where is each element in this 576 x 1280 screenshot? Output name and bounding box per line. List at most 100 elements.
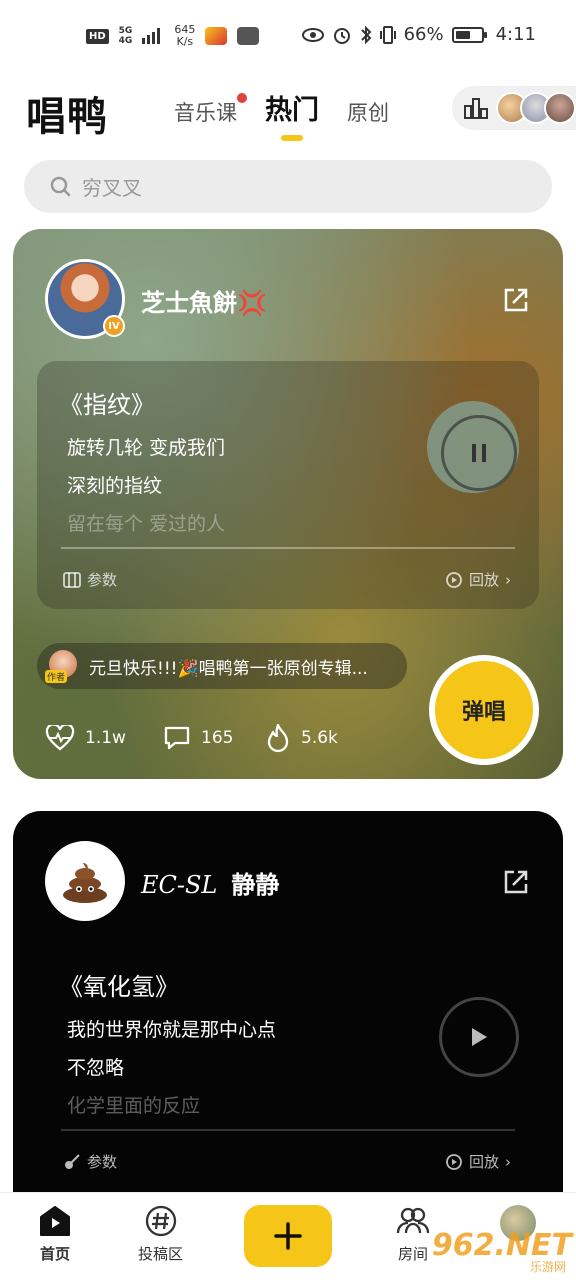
replay-label: 回放 — [469, 571, 500, 589]
tab-music-class-label: 音乐课 — [174, 101, 237, 125]
params-label-2: 参数 — [87, 1153, 118, 1171]
watermark-sub: 乐游网 — [529, 1260, 566, 1274]
nav-room-label: 房间 — [397, 1245, 428, 1263]
flame-icon — [267, 723, 289, 753]
app-screen: HD 5G 4G 645 K/s 66% 4:11 唱鸭 音乐课 热门 原创 穷… — [0, 0, 576, 1280]
network-speed: 645 K/s — [174, 24, 195, 48]
level-badge: IV — [103, 315, 125, 337]
params-label: 参数 — [87, 571, 118, 589]
create-button[interactable] — [244, 1205, 332, 1267]
notification-dot — [237, 93, 247, 103]
replay-button[interactable]: 回放 › — [445, 569, 511, 590]
hot-stat[interactable]: 5.6k — [265, 723, 338, 753]
piano-icon — [63, 571, 81, 588]
app-logo: 唱鸭 — [26, 94, 108, 140]
guitar-icon — [65, 1153, 80, 1169]
like-count: 1.1w — [85, 728, 126, 748]
hot-count: 5.6k — [301, 728, 338, 748]
author-tag: 作者 — [45, 670, 68, 683]
nav-home[interactable]: 首页 — [38, 1205, 72, 1264]
status-right: 66% 4:11 — [301, 24, 536, 45]
playback-progress[interactable] — [61, 547, 515, 549]
lyric-2-line-3: 化学里面的反应 — [67, 1095, 201, 1117]
pause-icon — [472, 444, 486, 462]
tab-original[interactable]: 原创 — [347, 97, 389, 127]
poop-emoji-icon — [63, 863, 107, 903]
tab-hot-label: 热门 — [265, 95, 319, 126]
notification-app-icon — [205, 27, 228, 45]
comment-stat[interactable]: 165 — [163, 725, 233, 751]
like-stat[interactable]: 1.1w — [45, 725, 126, 751]
tab-hot[interactable]: 热门 — [265, 88, 319, 141]
playback-progress-2[interactable] — [61, 1129, 515, 1131]
search-placeholder: 穷叉叉 — [82, 176, 142, 200]
notification-app-icon-2 — [237, 27, 260, 45]
replay-button-2[interactable]: 回放 › — [445, 1151, 511, 1172]
tab-music-class[interactable]: 音乐课 — [174, 93, 247, 127]
nav-home-label: 首页 — [39, 1245, 70, 1263]
lyric-line-2: 深刻的指纹 — [67, 475, 163, 497]
signal-top-label: 5G — [118, 26, 133, 36]
comment-icon — [164, 726, 190, 750]
user-avatar-2[interactable] — [45, 841, 125, 921]
eye-icon — [301, 27, 324, 42]
song-card-2[interactable]: EC-SL 静静 《氧化氢》 我的世界你就是那中心点 不忽略 化学里面的反应 参… — [13, 811, 563, 1231]
play-button[interactable] — [439, 997, 519, 1077]
lyric-2-line-2: 不忽略 — [67, 1057, 125, 1079]
song-title-2: 《氧化氢》 — [59, 973, 179, 1001]
top-comment[interactable]: 作者 元旦快乐!!!🎉唱鸭第一张原创专辑... — [37, 643, 407, 689]
play-icon — [472, 1028, 487, 1046]
clock: 4:11 — [495, 24, 536, 45]
ranking-avatar-3 — [544, 92, 576, 124]
status-left: HD 5G 4G 645 K/s — [86, 24, 260, 48]
comment-count: 165 — [201, 728, 234, 748]
user-name-2[interactable]: EC-SL 静静 — [141, 865, 279, 900]
comment-text: 元旦快乐!!!🎉唱鸭第一张原创专辑... — [89, 658, 368, 679]
song-title: 《指纹》 — [59, 391, 155, 419]
search-icon — [50, 176, 71, 196]
nav-submission[interactable]: 投稿区 — [138, 1205, 183, 1264]
nav-submission-label: 投稿区 — [138, 1245, 184, 1263]
lyric-line-3: 留在每个 爱过的人 — [67, 513, 226, 535]
comment-avatar-wrap: 作者 — [45, 650, 79, 683]
chevron-right-icon: › — [505, 570, 512, 589]
hashtag-icon — [145, 1205, 176, 1237]
top-tabs: 音乐课 热门 原创 — [174, 88, 389, 141]
ranking-chart-icon — [464, 98, 488, 119]
tab-original-label: 原创 — [347, 101, 389, 125]
sing-button[interactable]: 弹唱 — [429, 655, 539, 765]
speed-unit: K/s — [176, 35, 194, 48]
pause-button[interactable] — [441, 415, 517, 491]
home-icon — [40, 1206, 70, 1236]
lyric-line-1: 旋转几轮 变成我们 — [67, 437, 226, 459]
active-tab-indicator — [281, 135, 303, 141]
lyric-2-line-1: 我的世界你就是那中心点 — [67, 1019, 277, 1041]
search-bar[interactable]: 穷叉叉 — [24, 160, 552, 213]
ranking-button[interactable] — [452, 86, 576, 130]
replay-icon — [446, 571, 462, 588]
user-name-2-cn: 静静 — [231, 871, 280, 899]
heart-pulse-icon — [45, 725, 75, 751]
replay-label-2: 回放 — [469, 1153, 500, 1171]
signal-bars-icon — [142, 28, 161, 44]
nav-room[interactable]: 房间 — [396, 1205, 430, 1264]
user-name[interactable]: 芝士魚餅💢 — [141, 283, 267, 318]
status-bar: HD 5G 4G 645 K/s 66% 4:11 — [0, 0, 576, 70]
user-name-2-en: EC-SL — [141, 871, 218, 899]
chevron-right-icon-2: › — [505, 1152, 512, 1171]
people-icon — [396, 1207, 430, 1234]
share-icon[interactable] — [501, 285, 531, 315]
bluetooth-icon — [360, 25, 371, 44]
hd-badge: HD — [86, 28, 109, 44]
plus-icon — [274, 1222, 302, 1250]
signal-bottom-label: 4G — [118, 36, 133, 46]
lyrics-panel: 《指纹》 旋转几轮 变成我们 深刻的指纹 留在每个 爱过的人 参数 回放 › — [37, 361, 539, 609]
params-button[interactable]: 参数 — [63, 569, 117, 590]
battery-fill — [455, 30, 471, 39]
params-button-2[interactable]: 参数 — [63, 1151, 117, 1172]
signal-indicator: 5G 4G — [119, 26, 133, 46]
alarm-icon — [333, 27, 350, 44]
share-icon-2[interactable] — [501, 867, 531, 897]
replay-icon-2 — [446, 1153, 462, 1170]
battery-icon — [451, 26, 487, 43]
